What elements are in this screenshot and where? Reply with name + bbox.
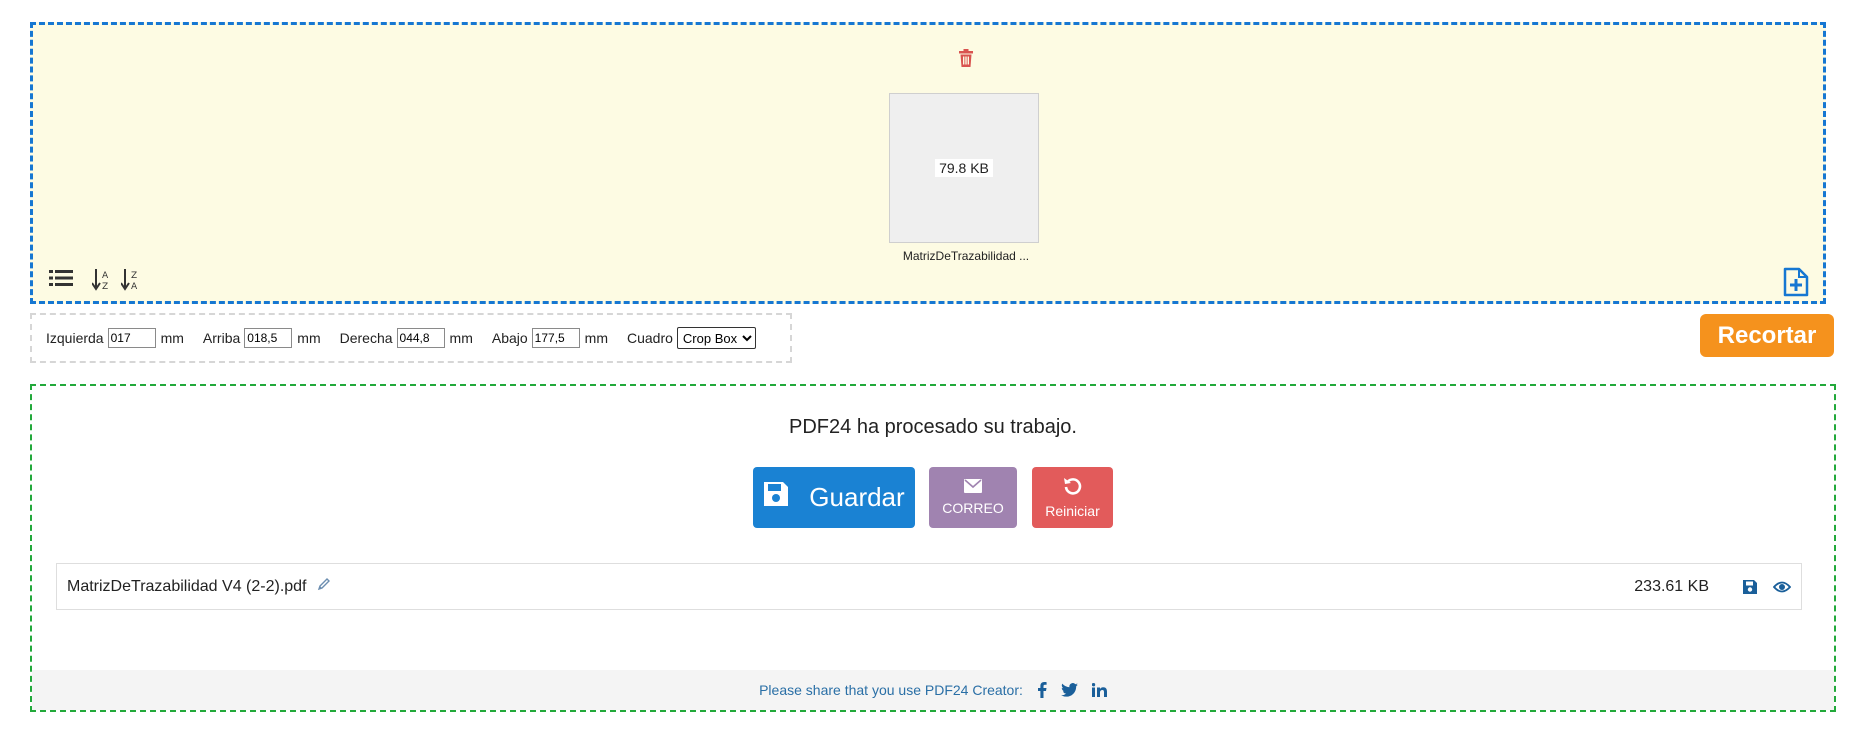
bottom-margin-input[interactable]: [531, 328, 580, 348]
save-button[interactable]: Guardar: [753, 467, 915, 528]
result-file-size: 233.61 KB: [1634, 577, 1709, 595]
share-text: Please share that you use PDF24 Creator:: [759, 682, 1023, 698]
floppy-disk-icon[interactable]: [1743, 579, 1757, 594]
file-drop-zone[interactable]: 79.8 KB MatrizDeTrazabilidad ... A Z Z A: [30, 22, 1826, 304]
unit-label: mm: [584, 330, 608, 346]
file-thumbnail[interactable]: 79.8 KB: [889, 93, 1039, 243]
svg-text:Z: Z: [102, 282, 108, 291]
facebook-icon[interactable]: [1037, 682, 1047, 698]
right-margin-input[interactable]: [396, 328, 445, 348]
reset-button-label: Reiniciar: [1045, 503, 1100, 519]
right-margin-label: Derecha: [339, 330, 393, 346]
bottom-margin-label: Abajo: [491, 330, 528, 346]
email-button-label: CORREO: [942, 500, 1004, 516]
sort-za-icon[interactable]: Z A: [120, 269, 141, 296]
result-file-name: MatrizDeTrazabilidad V4 (2-2).pdf: [67, 577, 307, 595]
pencil-icon[interactable]: [317, 577, 331, 596]
envelope-icon: [964, 479, 982, 496]
box-type-select[interactable]: Crop Box: [676, 327, 756, 349]
left-margin-label: Izquierda: [46, 330, 104, 346]
top-margin-label: Arriba: [202, 330, 241, 346]
svg-text:A: A: [102, 271, 109, 281]
twitter-icon[interactable]: [1061, 683, 1078, 697]
save-button-label: Guardar: [809, 482, 905, 512]
left-margin-input[interactable]: [107, 328, 156, 348]
svg-text:Z: Z: [131, 271, 137, 281]
floppy-disk-icon: [763, 481, 789, 514]
svg-text:A: A: [131, 282, 138, 291]
eye-icon[interactable]: [1773, 580, 1791, 594]
result-file-row: MatrizDeTrazabilidad V4 (2-2).pdf 233.61…: [56, 563, 1802, 610]
sort-az-icon[interactable]: A Z: [91, 269, 112, 296]
crop-settings-bar: Izquierda mm Arriba mm Derecha mm Abajo …: [30, 313, 792, 363]
email-button[interactable]: CORREO: [929, 467, 1017, 528]
result-title: PDF24 ha procesado su trabajo.: [789, 416, 1077, 438]
result-panel: PDF24 ha procesado su trabajo. Guardar C…: [30, 384, 1836, 712]
top-margin-input[interactable]: [244, 328, 293, 348]
list-view-icon[interactable]: [49, 269, 73, 292]
unit-label: mm: [160, 330, 184, 346]
share-bar: Please share that you use PDF24 Creator:: [32, 670, 1834, 710]
reset-button[interactable]: Reiniciar: [1032, 467, 1113, 528]
trash-icon[interactable]: [958, 49, 974, 67]
linkedin-icon[interactable]: [1091, 683, 1107, 697]
file-name-label: MatrizDeTrazabilidad ...: [902, 249, 1030, 263]
file-size-label: 79.8 KB: [935, 159, 993, 177]
unit-label: mm: [449, 330, 473, 346]
box-label: Cuadro: [627, 330, 673, 346]
add-file-icon[interactable]: [1783, 267, 1809, 297]
undo-icon: [1063, 476, 1083, 499]
unit-label: mm: [297, 330, 321, 346]
crop-button[interactable]: Recortar: [1700, 314, 1834, 357]
